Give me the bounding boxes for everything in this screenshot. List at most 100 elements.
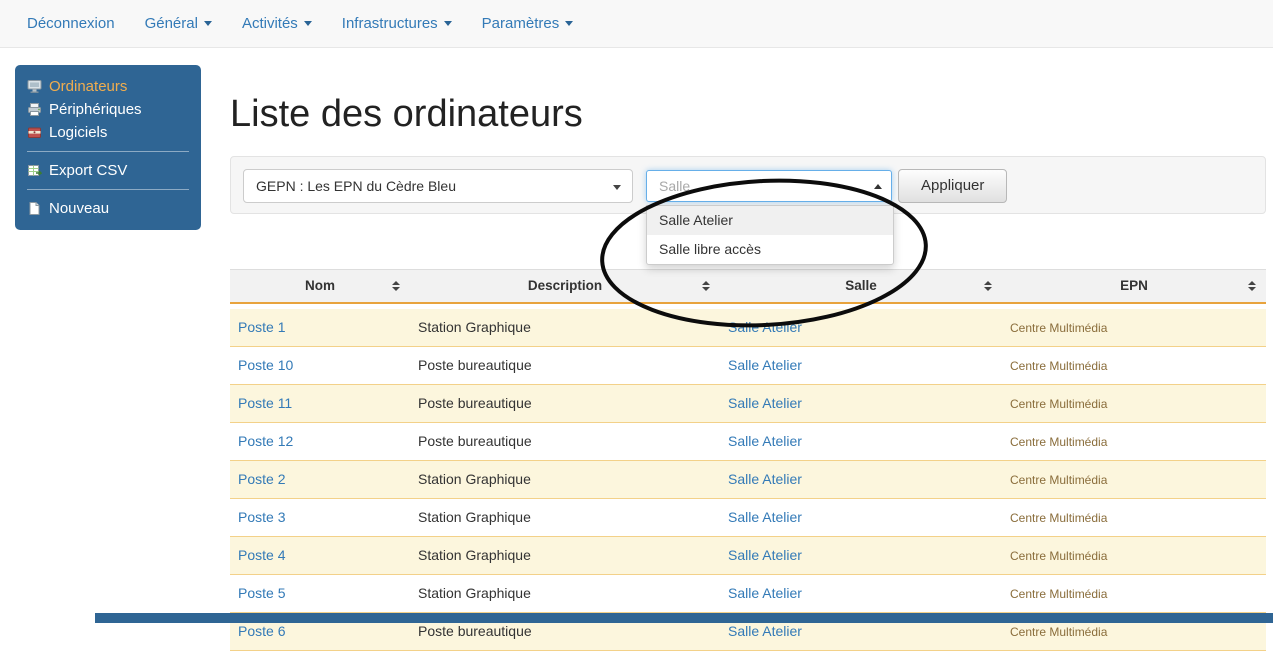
table-row: Poste 1 Station Graphique Salle Atelier … <box>230 309 1266 347</box>
epn-link[interactable]: Centre Multimédia <box>1010 397 1107 411</box>
main-content: Liste des ordinateurs GEPN : Les EPN du … <box>230 94 1266 651</box>
caret-down-icon <box>613 185 621 190</box>
column-header-nom[interactable]: Nom <box>230 269 410 303</box>
sidebar-divider <box>27 189 189 190</box>
salle-link[interactable]: Salle Atelier <box>728 395 802 411</box>
computer-link[interactable]: Poste 4 <box>238 547 285 563</box>
computer-link[interactable]: Poste 1 <box>238 319 285 335</box>
column-header-epn[interactable]: EPN <box>1002 269 1266 303</box>
description-cell: Station Graphique <box>418 471 531 487</box>
sort-icon <box>702 281 710 291</box>
description-cell: Station Graphique <box>418 585 531 601</box>
epn-link[interactable]: Centre Multimédia <box>1010 625 1107 639</box>
column-header-description[interactable]: Description <box>410 269 720 303</box>
caret-down-icon <box>304 21 312 26</box>
column-header-label: Nom <box>305 278 335 293</box>
description-cell: Poste bureautique <box>418 623 532 639</box>
caret-up-icon <box>874 184 882 189</box>
filter-bar: GEPN : Les EPN du Cèdre Bleu Salle Ateli… <box>230 156 1266 214</box>
column-header-label: EPN <box>1120 278 1148 293</box>
nav-item-label: Activités <box>242 15 298 32</box>
description-cell: Poste bureautique <box>418 395 532 411</box>
sidebar-item-label: Nouveau <box>49 200 109 217</box>
table-row: Poste 2 Station Graphique Salle Atelier … <box>230 460 1266 498</box>
computer-link[interactable]: Poste 5 <box>238 585 285 601</box>
sidebar-item-logiciels[interactable]: Logiciels <box>27 121 189 144</box>
salle-combobox[interactable] <box>646 170 892 202</box>
caret-down-icon <box>444 21 452 26</box>
table-row: Poste 3 Station Graphique Salle Atelier … <box>230 498 1266 536</box>
sidebar-item-label: Ordinateurs <box>49 78 127 95</box>
computer-link[interactable]: Poste 6 <box>238 623 285 639</box>
new-page-icon <box>27 201 42 216</box>
sidebar: Ordinateurs Périphériques Logiciels Expo… <box>15 65 201 230</box>
epn-select[interactable]: GEPN : Les EPN du Cèdre Bleu <box>243 169 633 203</box>
epn-link[interactable]: Centre Multimédia <box>1010 321 1107 335</box>
table-row: Poste 4 Station Graphique Salle Atelier … <box>230 536 1266 574</box>
sidebar-item-label: Export CSV <box>49 162 127 179</box>
nav-item-deconnexion[interactable]: Déconnexion <box>12 0 130 47</box>
column-header-label: Description <box>528 278 602 293</box>
description-cell: Station Graphique <box>418 547 531 563</box>
table-header-row: Nom Description Salle EPN <box>230 269 1266 303</box>
sort-icon <box>1248 281 1256 291</box>
description-cell: Poste bureautique <box>418 357 532 373</box>
table-row: Poste 11 Poste bureautique Salle Atelier… <box>230 384 1266 422</box>
page-title: Liste des ordinateurs <box>230 94 1266 136</box>
epn-link[interactable]: Centre Multimédia <box>1010 511 1107 525</box>
nav-item-activites[interactable]: Activités <box>227 0 327 47</box>
epn-link[interactable]: Centre Multimédia <box>1010 435 1107 449</box>
computer-link[interactable]: Poste 3 <box>238 509 285 525</box>
computer-link[interactable]: Poste 12 <box>238 433 293 449</box>
footer-bar <box>95 613 1273 623</box>
sidebar-item-ordinateurs[interactable]: Ordinateurs <box>27 75 189 98</box>
computer-link[interactable]: Poste 11 <box>238 395 292 411</box>
nav-item-label: Général <box>145 15 198 32</box>
nav-item-infrastructures[interactable]: Infrastructures <box>327 0 467 47</box>
table-row: Poste 10 Poste bureautique Salle Atelier… <box>230 346 1266 384</box>
salle-link[interactable]: Salle Atelier <box>728 433 802 449</box>
sidebar-item-label: Logiciels <box>49 124 107 141</box>
computer-link[interactable]: Poste 2 <box>238 471 285 487</box>
description-cell: Station Graphique <box>418 319 531 335</box>
epn-link[interactable]: Centre Multimédia <box>1010 359 1107 373</box>
epn-link[interactable]: Centre Multimédia <box>1010 587 1107 601</box>
apply-button[interactable]: Appliquer <box>898 169 1007 203</box>
description-cell: Station Graphique <box>418 509 531 525</box>
caret-down-icon <box>204 21 212 26</box>
sidebar-item-nouveau[interactable]: Nouveau <box>27 197 189 220</box>
epn-link[interactable]: Centre Multimédia <box>1010 473 1107 487</box>
salle-link[interactable]: Salle Atelier <box>728 547 802 563</box>
salle-link[interactable]: Salle Atelier <box>728 471 802 487</box>
column-header-salle[interactable]: Salle <box>720 269 1002 303</box>
epn-link[interactable]: Centre Multimédia <box>1010 549 1107 563</box>
salle-link[interactable]: Salle Atelier <box>728 319 802 335</box>
sidebar-divider <box>27 151 189 152</box>
epn-select-value: GEPN : Les EPN du Cèdre Bleu <box>256 178 456 194</box>
salle-dropdown-menu: Salle Atelier Salle libre accès <box>646 205 894 265</box>
computer-icon <box>27 79 42 94</box>
sidebar-item-label: Périphériques <box>49 101 142 118</box>
sidebar-item-export-csv[interactable]: Export CSV <box>27 159 189 182</box>
export-csv-icon <box>27 163 42 178</box>
column-header-label: Salle <box>845 278 877 293</box>
salle-link[interactable]: Salle Atelier <box>728 623 802 639</box>
salle-option-atelier[interactable]: Salle Atelier <box>647 206 893 235</box>
peripherals-icon <box>27 102 42 117</box>
nav-item-parametres[interactable]: Paramètres <box>467 0 589 47</box>
salle-option-libre-acces[interactable]: Salle libre accès <box>647 235 893 264</box>
caret-down-icon <box>565 21 573 26</box>
table-row: Poste 12 Poste bureautique Salle Atelier… <box>230 422 1266 460</box>
sidebar-item-peripheriques[interactable]: Périphériques <box>27 98 189 121</box>
salle-link[interactable]: Salle Atelier <box>728 585 802 601</box>
sort-icon <box>392 281 400 291</box>
nav-item-label: Infrastructures <box>342 15 438 32</box>
salle-input[interactable] <box>657 177 867 195</box>
nav-item-label: Déconnexion <box>27 15 115 32</box>
salle-link[interactable]: Salle Atelier <box>728 509 802 525</box>
nav-item-general[interactable]: Général <box>130 0 227 47</box>
computer-link[interactable]: Poste 10 <box>238 357 293 373</box>
computers-table: Nom Description Salle EPN Poste <box>230 269 1266 651</box>
salle-link[interactable]: Salle Atelier <box>728 357 802 373</box>
sort-icon <box>984 281 992 291</box>
